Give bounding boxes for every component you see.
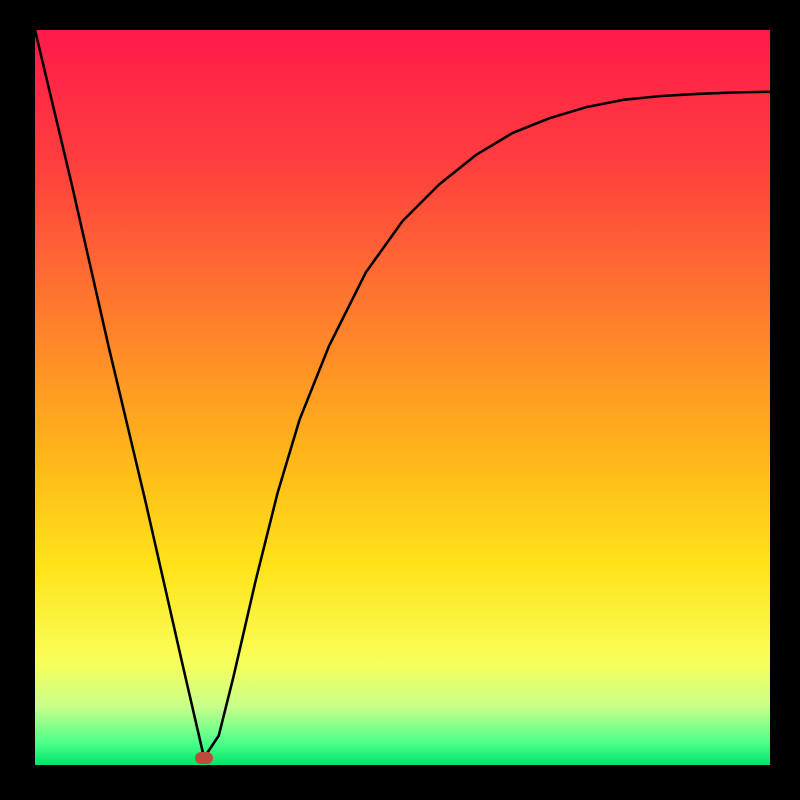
watermark-text: TheBottleneck.com [598, 2, 790, 28]
background-gradient [35, 30, 770, 765]
frame-right [770, 0, 800, 800]
plot-area [35, 30, 770, 765]
frame-bottom [0, 765, 800, 800]
frame-left [0, 0, 35, 800]
chart-container: TheBottleneck.com [0, 0, 800, 800]
optimum-marker [195, 752, 213, 764]
